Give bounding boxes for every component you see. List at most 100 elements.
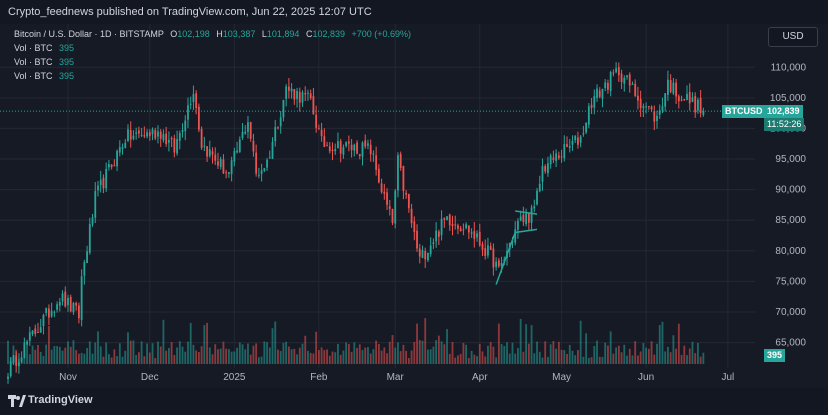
volume-bar bbox=[571, 350, 574, 364]
volume-bar bbox=[612, 353, 615, 364]
candle-body bbox=[12, 355, 15, 363]
candle-body bbox=[407, 194, 410, 209]
volume-bar bbox=[255, 343, 258, 364]
change-value: +700 (+0.69%) bbox=[351, 29, 412, 39]
candle-body bbox=[326, 145, 328, 147]
candle-body bbox=[140, 134, 143, 136]
candle-body bbox=[568, 146, 571, 148]
candle-body bbox=[301, 92, 304, 103]
candle-body bbox=[80, 276, 83, 321]
candle-body bbox=[489, 246, 492, 250]
volume-bar bbox=[547, 356, 549, 364]
volume-bar bbox=[328, 355, 331, 364]
currency-button[interactable]: USD bbox=[768, 27, 818, 47]
candle-body bbox=[525, 213, 528, 225]
volume-bar bbox=[178, 341, 181, 364]
volume-bar bbox=[47, 325, 50, 364]
candle-body bbox=[380, 183, 383, 193]
volume-bar bbox=[86, 348, 88, 364]
candle-body bbox=[634, 83, 637, 97]
volume-bar bbox=[658, 325, 661, 364]
volume-bar bbox=[206, 322, 208, 364]
y-tick-label: 110,000 bbox=[771, 62, 807, 73]
candle-body bbox=[268, 157, 271, 159]
candle-body bbox=[497, 260, 500, 267]
candle-body bbox=[435, 230, 438, 242]
volume-bar bbox=[192, 344, 195, 364]
volume-bar bbox=[530, 325, 533, 364]
candle-body bbox=[107, 164, 110, 168]
candle-body bbox=[20, 357, 23, 363]
candle-body bbox=[127, 129, 129, 141]
candle-body bbox=[364, 140, 367, 147]
candle-body bbox=[72, 302, 75, 313]
candle-body bbox=[388, 206, 391, 209]
volume-bar bbox=[541, 357, 544, 364]
candle-body bbox=[184, 120, 187, 132]
volume-bar bbox=[56, 346, 58, 364]
volume-bar bbox=[688, 348, 691, 364]
volume-bar bbox=[279, 350, 282, 364]
volume-bar bbox=[487, 345, 489, 364]
y-tick-label: 75,000 bbox=[775, 276, 806, 287]
volume-bar bbox=[656, 343, 658, 364]
candle-body bbox=[197, 106, 200, 130]
candle-body bbox=[639, 98, 642, 109]
candle-body bbox=[418, 248, 421, 257]
volume-bar bbox=[28, 354, 31, 364]
candle-body bbox=[555, 153, 558, 161]
candle-body bbox=[669, 80, 672, 93]
volume-bar bbox=[639, 351, 642, 364]
volume-bar bbox=[247, 343, 249, 364]
candle-body bbox=[596, 88, 598, 98]
volume-bar bbox=[369, 353, 372, 364]
volume-bar bbox=[432, 346, 435, 364]
candle-body bbox=[116, 150, 118, 167]
volume-bar bbox=[637, 355, 639, 364]
vol-legend-1: Vol · BTC 395 bbox=[14, 43, 74, 53]
candle-body bbox=[451, 224, 454, 227]
tradingview-logo-icon bbox=[8, 395, 26, 407]
volume-bar bbox=[593, 345, 596, 364]
candle-body bbox=[533, 206, 536, 209]
volume-bar bbox=[337, 343, 339, 364]
y-tick-label: 70,000 bbox=[775, 307, 806, 318]
volume-bar bbox=[634, 341, 637, 364]
volume-bar bbox=[249, 354, 252, 364]
volume-bar bbox=[367, 347, 369, 364]
candle-body bbox=[304, 92, 307, 95]
candle-body bbox=[476, 233, 478, 238]
candle-body bbox=[28, 332, 31, 341]
candle-body bbox=[577, 137, 579, 145]
candle-body bbox=[263, 168, 266, 171]
candle-body bbox=[110, 164, 113, 168]
volume-bar bbox=[667, 346, 669, 364]
volume-bar bbox=[83, 353, 86, 364]
vol-value: 395 bbox=[59, 57, 75, 67]
volume-bar bbox=[217, 349, 219, 364]
volume-bar bbox=[241, 344, 244, 364]
volume-bar bbox=[563, 350, 566, 364]
candle-body bbox=[88, 224, 91, 253]
volume-bar bbox=[200, 346, 203, 364]
price-chart[interactable]: 110,000105,000100,00095,00090,00085,0008… bbox=[0, 24, 828, 388]
volume-bar bbox=[427, 349, 429, 364]
candle-body bbox=[448, 214, 451, 226]
candle-body bbox=[181, 130, 184, 132]
candle-body bbox=[211, 151, 214, 155]
volume-bar bbox=[383, 347, 386, 364]
volume-bar bbox=[650, 341, 653, 364]
volume-bar bbox=[459, 353, 462, 364]
candle-body bbox=[653, 111, 656, 122]
candle-body bbox=[552, 157, 555, 160]
chart-area[interactable]: 110,000105,000100,00095,00090,00085,0008… bbox=[0, 24, 828, 388]
symbol-legend: Bitcoin / U.S. Dollar · 1D · BITSTAMP O1… bbox=[14, 29, 411, 39]
volume-bar bbox=[691, 341, 694, 364]
candle-body bbox=[99, 179, 102, 186]
volume-bar bbox=[429, 349, 432, 364]
volume-bar bbox=[113, 349, 116, 364]
volume-bar bbox=[203, 325, 206, 364]
candle-body bbox=[18, 362, 20, 367]
candle-body bbox=[631, 83, 634, 85]
volume-bar bbox=[176, 347, 178, 364]
